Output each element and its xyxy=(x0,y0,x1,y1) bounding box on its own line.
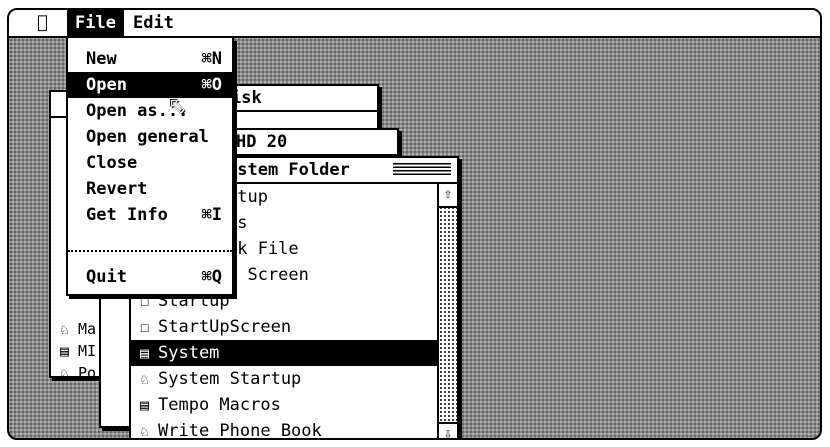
system-file-icon: ▤ xyxy=(139,344,150,362)
list-item[interactable]: ♘ System Startup xyxy=(131,366,437,392)
menu-item-revert[interactable]: Revert xyxy=(68,176,232,202)
application-icon: ♘ xyxy=(139,422,150,440)
application-icon: ♘ xyxy=(59,320,70,338)
list-item[interactable]: ♘ Po xyxy=(51,362,96,384)
screen:  File Edit ♘Ma ▤MI ♘Po isk HD 20 ystem … xyxy=(7,8,822,440)
list-item[interactable]: ▤ Tempo Macros xyxy=(131,392,437,418)
list-item[interactable]: ☐ StartUpScreen xyxy=(131,314,437,340)
list-item[interactable]: ♘ Ma xyxy=(51,318,96,340)
menu-file[interactable]: File xyxy=(67,10,124,36)
menu-edit[interactable]: Edit xyxy=(133,10,174,36)
menu-bar:  File Edit xyxy=(9,10,820,38)
window-title: isk xyxy=(231,88,262,108)
menu-item-close[interactable]: Close xyxy=(68,150,232,176)
window-title: HD 20 xyxy=(236,132,288,152)
titlebar-stripes xyxy=(393,163,451,177)
window-title: ystem Folder xyxy=(227,160,350,180)
list-item-selected[interactable]: ▤ System xyxy=(131,340,437,366)
scroll-track[interactable] xyxy=(439,206,457,424)
menu-item-open-general[interactable]: Open general xyxy=(68,124,232,150)
menu-item-quit[interactable]: Quit ⌘Q xyxy=(68,264,232,290)
pointer-cursor-icon: ⬁ xyxy=(168,94,187,119)
file-menu-dropdown: New ⌘N Open ⌘O Open as... Open general Clo… xyxy=(66,38,234,296)
system-file-icon: ▤ xyxy=(139,396,150,414)
list-item[interactable]: ♘ Write Phone Book xyxy=(131,418,437,440)
application-icon: ♘ xyxy=(59,364,70,382)
menu-item-new[interactable]: New ⌘N xyxy=(68,46,232,72)
system-file-icon: ▤ xyxy=(59,342,70,360)
scroll-up-arrow-icon[interactable]: ⇧ xyxy=(439,184,457,208)
scroll-down-arrow-icon[interactable]: ⇩ xyxy=(439,422,457,438)
list-item[interactable]: ▤ MI xyxy=(51,340,96,362)
apple-icon[interactable]:  xyxy=(37,10,48,36)
menu-item-open[interactable]: Open ⌘O xyxy=(68,72,232,98)
menu-item-open-as[interactable]: Open as... xyxy=(68,98,232,124)
document-icon: ☐ xyxy=(139,318,150,336)
application-icon: ♘ xyxy=(139,370,150,388)
vertical-scrollbar[interactable]: ⇧ ⇩ xyxy=(437,184,457,438)
menu-separator xyxy=(68,250,232,252)
menu-item-get-info[interactable]: Get Info ⌘I xyxy=(68,202,232,228)
